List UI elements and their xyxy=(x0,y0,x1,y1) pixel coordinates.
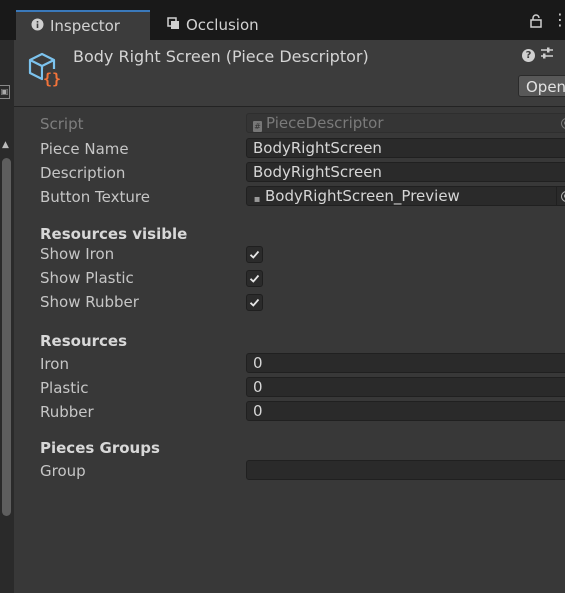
description-field[interactable]: BodyRightScreen xyxy=(246,162,565,182)
plastic-label: Plastic xyxy=(40,379,89,397)
info-icon xyxy=(30,18,44,35)
script-file-icon: # xyxy=(253,121,262,132)
button-texture-field[interactable]: ▪ BodyRightScreen_Preview xyxy=(246,186,565,206)
panel-toggle-icon[interactable]: ▣ xyxy=(0,85,10,99)
tab-label: Occlusion xyxy=(186,16,259,34)
presets-icon[interactable] xyxy=(540,46,554,64)
iron-label: Iron xyxy=(40,355,69,373)
piece-name-value: BodyRightScreen xyxy=(253,139,382,157)
resources-visible-header: Resources visible xyxy=(40,225,188,243)
checkmark-icon xyxy=(249,298,260,307)
piece-name-label: Piece Name xyxy=(40,140,129,158)
plastic-field[interactable]: 0 xyxy=(246,377,565,397)
show-rubber-checkbox[interactable] xyxy=(246,294,263,311)
open-button[interactable]: Open xyxy=(518,75,565,97)
iron-field[interactable]: 0 xyxy=(246,353,565,373)
show-rubber-label: Show Rubber xyxy=(40,293,139,311)
show-iron-checkbox[interactable] xyxy=(246,246,263,263)
lock-icon[interactable] xyxy=(530,14,542,32)
rubber-label: Rubber xyxy=(40,403,94,421)
object-picker-icon[interactable] xyxy=(556,187,565,205)
svg-text:{}: {} xyxy=(43,70,61,88)
show-plastic-label: Show Plastic xyxy=(40,269,134,287)
description-label: Description xyxy=(40,164,126,182)
script-field: # PieceDescriptor xyxy=(246,113,565,133)
tab-bar: Inspector Occlusion ⋮ xyxy=(0,0,565,40)
script-label: Script xyxy=(40,115,84,133)
plastic-value: 0 xyxy=(253,378,263,396)
description-value: BodyRightScreen xyxy=(253,163,382,181)
left-panel: ▣ ▲ xyxy=(0,40,14,593)
show-plastic-checkbox[interactable] xyxy=(246,270,263,287)
checkmark-icon xyxy=(249,274,260,283)
button-texture-value: BodyRightScreen_Preview xyxy=(265,187,460,205)
tab-occlusion[interactable]: Occlusion xyxy=(164,10,286,40)
component-title: Body Right Screen (Piece Descriptor) xyxy=(73,47,369,66)
texture-icon: ▪ xyxy=(253,194,261,205)
rubber-value: 0 xyxy=(253,402,263,420)
scroll-up-arrow-icon[interactable]: ▲ xyxy=(2,140,9,150)
script-value: PieceDescriptor xyxy=(266,114,384,132)
kebab-menu-icon[interactable]: ⋮ xyxy=(552,12,565,28)
button-texture-label: Button Texture xyxy=(40,188,150,206)
piece-name-field[interactable]: BodyRightScreen xyxy=(246,138,565,158)
show-iron-label: Show Iron xyxy=(40,245,115,263)
resources-header: Resources xyxy=(40,332,128,350)
tab-label: Inspector xyxy=(50,17,120,35)
component-header: {} Body Right Screen (Piece Descriptor) … xyxy=(14,40,565,106)
tab-inspector[interactable]: Inspector xyxy=(16,10,150,40)
checkmark-icon xyxy=(249,250,260,259)
help-icon[interactable]: ? xyxy=(522,49,535,62)
object-picker-icon xyxy=(557,114,565,132)
script-cube-icon: {} xyxy=(26,52,62,88)
rubber-field[interactable]: 0 xyxy=(246,401,565,421)
iron-value: 0 xyxy=(253,354,263,372)
scrollbar-thumb[interactable] xyxy=(2,158,11,516)
occlusion-icon xyxy=(166,16,180,34)
group-label: Group xyxy=(40,462,86,480)
inspector-panel: {} Body Right Screen (Piece Descriptor) … xyxy=(14,40,565,593)
header-divider xyxy=(14,106,565,107)
group-field[interactable] xyxy=(246,460,565,480)
pieces-groups-header: Pieces Groups xyxy=(40,439,160,457)
